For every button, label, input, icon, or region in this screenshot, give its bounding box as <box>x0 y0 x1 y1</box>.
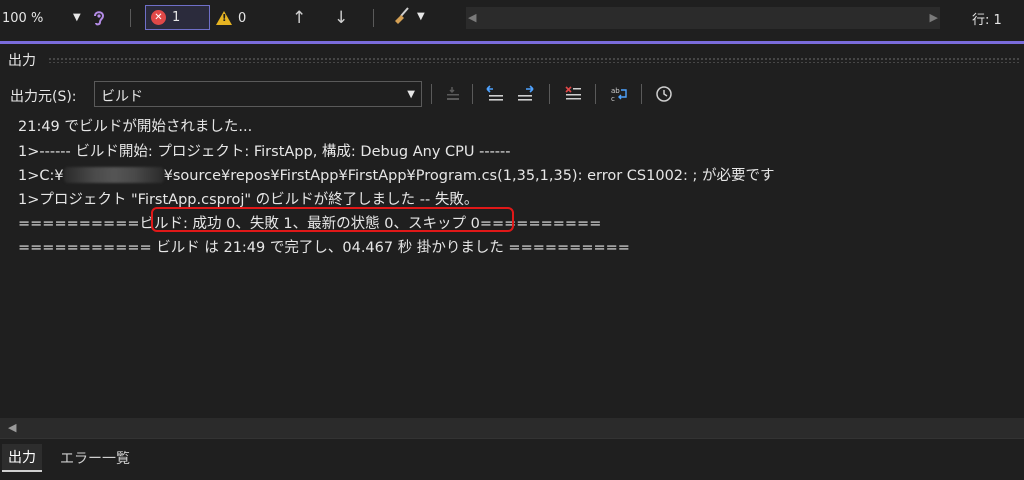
timestamp-clock-icon[interactable] <box>653 83 675 105</box>
next-message-icon[interactable] <box>515 83 537 105</box>
toolbar-divider <box>641 84 642 104</box>
horizontal-scrollbar[interactable]: ◀ <box>0 418 1024 438</box>
go-to-line-icon[interactable] <box>442 83 464 105</box>
scroll-arrows: ◀ ▶ <box>458 7 948 29</box>
zoom-value: 100 % <box>2 10 44 26</box>
toolbar-divider <box>472 84 473 104</box>
word-wrap-icon[interactable]: ab c <box>608 83 630 105</box>
accessibility-ear-icon[interactable] <box>90 8 108 28</box>
arrow-down-icon[interactable]: ↓ <box>334 8 348 28</box>
toolbar-divider <box>373 9 374 27</box>
chevron-down-icon[interactable]: ▼ <box>417 11 425 22</box>
tab-output[interactable]: 出力 <box>2 444 42 472</box>
zoom-select[interactable]: 100 % ▼ <box>2 7 86 29</box>
drag-handle[interactable] <box>48 57 1020 63</box>
scroll-left-icon[interactable]: ◀ <box>468 11 476 24</box>
output-line-prefix: 1>C:¥ <box>18 168 64 184</box>
output-line: =========== ビルド は 21:49 で完了し、04.467 秒 掛か… <box>18 240 630 256</box>
output-toolbar: 出力元(S): ビルド ▼ ab c <box>0 78 1024 110</box>
svg-text:c: c <box>611 95 615 103</box>
output-pane-header: 出力 <box>0 44 1024 74</box>
redacted-username <box>63 167 164 183</box>
line-indicator: 行: 1 <box>972 13 1002 28</box>
clear-all-icon[interactable] <box>562 83 584 105</box>
toolbar-divider <box>595 84 596 104</box>
output-source-value: ビルド <box>101 89 143 105</box>
bottom-tab-bar: 出力 エラー一覧 <box>0 438 1024 480</box>
editor-status-bar: 100 % ▼ ✕ 1 0 ↑ ↓ ▼ ◀ ▶ 行: 1 <box>0 0 1024 37</box>
build-summary-highlight <box>151 207 514 232</box>
warning-icon <box>216 11 232 25</box>
toolbar-divider <box>549 84 550 104</box>
previous-message-icon[interactable] <box>484 83 506 105</box>
scroll-left-icon[interactable]: ◀ <box>8 421 16 434</box>
chevron-down-icon: ▼ <box>407 89 415 100</box>
toolbar-divider <box>431 84 432 104</box>
svg-text:ab: ab <box>611 87 620 95</box>
pane-title: 出力 <box>8 53 36 69</box>
scroll-right-icon[interactable]: ▶ <box>930 11 938 24</box>
tab-error-list[interactable]: エラー一覧 <box>54 444 136 472</box>
output-line: 1>------ ビルド開始: プロジェクト: FirstApp, 構成: De… <box>18 144 511 160</box>
output-line: 1>プロジェクト "FirstApp.csproj" のビルドが終了しました -… <box>18 192 479 208</box>
output-line-suffix: ¥source¥repos¥FirstApp¥FirstApp¥Program.… <box>163 168 775 184</box>
toolbar-divider <box>130 9 131 27</box>
output-line: 21:49 でビルドが開始されました... <box>18 119 253 135</box>
output-text-area[interactable]: 21:49 でビルドが開始されました... 1>------ ビルド開始: プロ… <box>0 112 1024 417</box>
error-count-button[interactable]: ✕ 1 <box>145 5 210 30</box>
error-count: 1 <box>172 10 181 25</box>
chevron-down-icon: ▼ <box>73 12 81 23</box>
output-line: 1>C:¥ ¥source¥repos¥FirstApp¥FirstApp¥Pro… <box>18 164 775 185</box>
arrow-up-icon[interactable]: ↑ <box>292 8 306 28</box>
warning-count: 0 <box>238 10 247 26</box>
warning-count-button[interactable]: 0 <box>216 7 246 29</box>
code-cleanup-broom-icon[interactable] <box>392 6 412 31</box>
source-label: 出力元(S): <box>10 89 77 105</box>
output-source-select[interactable]: ビルド ▼ <box>94 81 422 107</box>
error-icon: ✕ <box>151 10 166 25</box>
output-line-left-equals: ========== <box>18 216 140 232</box>
